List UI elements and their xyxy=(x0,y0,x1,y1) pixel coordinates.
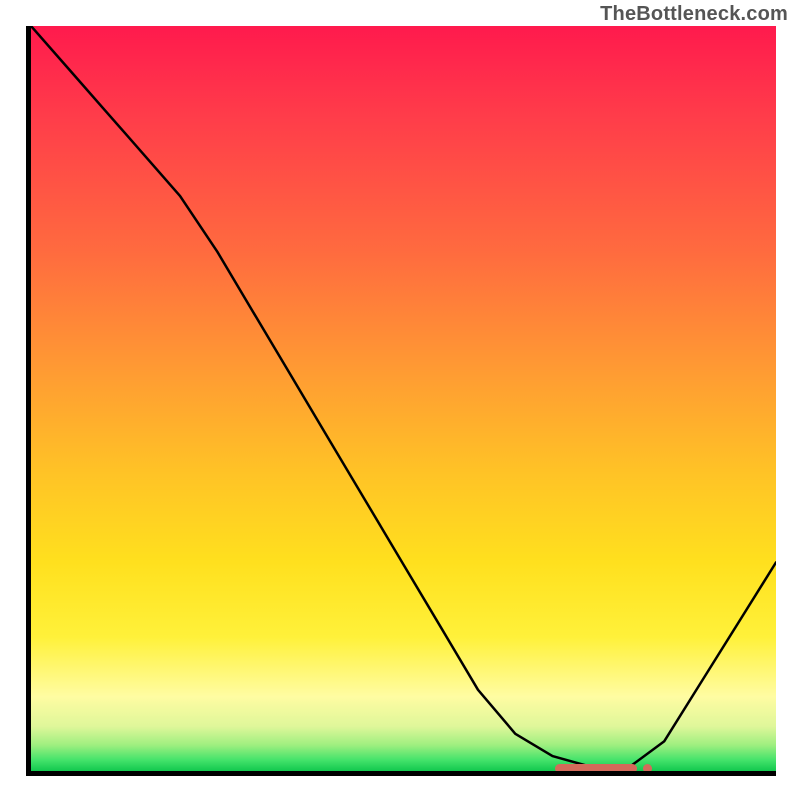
watermark-text: TheBottleneck.com xyxy=(600,3,788,26)
minimum-marker-dot xyxy=(643,764,652,773)
plot-area xyxy=(26,26,776,776)
chart-container: TheBottleneck.com xyxy=(0,0,800,800)
bottleneck-curve xyxy=(31,26,776,771)
minimum-marker xyxy=(555,764,637,773)
